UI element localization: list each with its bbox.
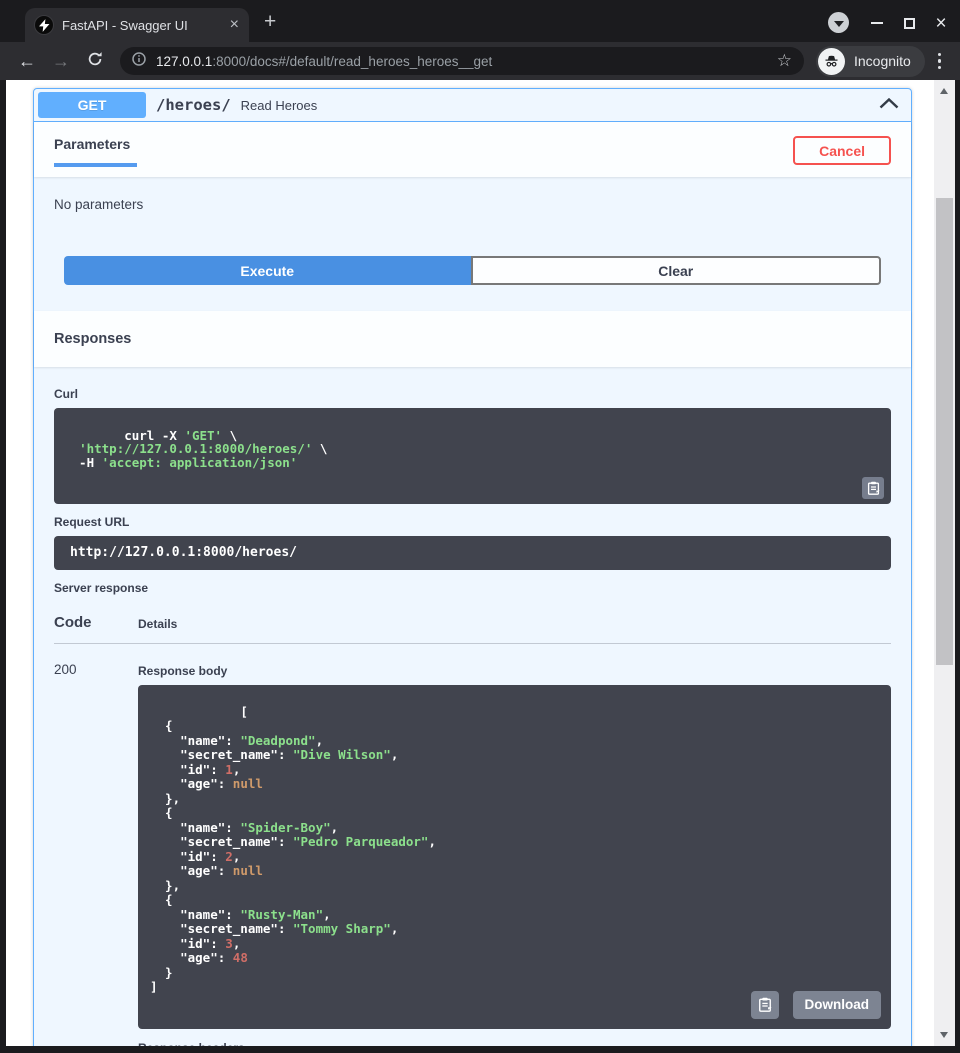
opblock-summary[interactable]: GET /heroes/ Read Heroes	[34, 89, 911, 122]
scrollbar-up-arrow-icon[interactable]	[940, 88, 948, 94]
url-text[interactable]: 127.0.0.1:8000/docs#/default/read_heroes…	[156, 54, 769, 69]
copy-to-clipboard-button[interactable]	[862, 477, 884, 499]
fastapi-favicon-icon	[35, 16, 53, 34]
endpoint-summary: Read Heroes	[241, 98, 879, 113]
new-tab-button[interactable]: +	[264, 10, 276, 34]
code-column-header: Code	[54, 614, 138, 631]
response-body-label: Response body	[138, 664, 891, 678]
curl-command-block: curl -X 'GET' \ 'http://127.0.0.1:8000/h…	[54, 408, 891, 504]
bookmark-star-icon[interactable]: ☆	[777, 51, 792, 71]
window-close-button[interactable]: ×	[930, 12, 952, 34]
url-host: 127.0.0.1	[156, 54, 212, 69]
response-details: Response body [ { "name": "Deadpond", "s…	[138, 656, 891, 1046]
parameters-section-header: Parameters Cancel	[34, 122, 911, 177]
response-body-block: [ { "name": "Deadpond", "secret_name": "…	[138, 685, 891, 1029]
scrollbar-thumb[interactable]	[936, 198, 953, 665]
forward-button[interactable]: →	[50, 51, 72, 72]
clear-button[interactable]: Clear	[471, 256, 882, 285]
browser-tab-bar: FastAPI - Swagger UI × + ×	[0, 0, 960, 42]
back-button[interactable]: ←	[16, 51, 38, 72]
cancel-button[interactable]: Cancel	[793, 136, 891, 165]
swagger-page: GET /heroes/ Read Heroes Parameters Canc…	[6, 80, 934, 1046]
responses-section-header: Responses	[34, 311, 911, 367]
window-maximize-button[interactable]	[898, 12, 920, 34]
incognito-label: Incognito	[854, 53, 911, 69]
browser-menu-button[interactable]	[938, 53, 942, 70]
request-url-label: Request URL	[54, 515, 891, 529]
response-body-actions: Download	[751, 991, 882, 1019]
curl-label: Curl	[54, 387, 891, 401]
execute-button[interactable]: Execute	[64, 256, 471, 285]
address-bar[interactable]: 127.0.0.1:8000/docs#/default/read_heroes…	[120, 47, 804, 75]
opblock-get-heroes: GET /heroes/ Read Heroes Parameters Canc…	[33, 88, 912, 1046]
tab-close-icon[interactable]: ×	[230, 17, 239, 33]
copy-response-button[interactable]	[751, 991, 779, 1019]
collapse-chevron-icon[interactable]	[879, 96, 899, 114]
url-path: :8000/docs#/default/read_heroes_heroes__…	[212, 54, 492, 69]
execute-button-group: Execute Clear	[34, 256, 911, 285]
browser-tab[interactable]: FastAPI - Swagger UI ×	[25, 8, 249, 42]
response-headers-label: Response headers	[138, 1041, 891, 1046]
no-parameters-text: No parameters	[34, 177, 911, 242]
incognito-badge: Incognito	[816, 46, 925, 77]
http-method-badge: GET	[38, 92, 146, 118]
endpoint-path: /heroes/	[156, 96, 231, 114]
download-button[interactable]: Download	[793, 991, 882, 1019]
tab-parameters[interactable]: Parameters	[54, 136, 137, 167]
status-code: 200	[54, 656, 138, 1046]
details-column-header: Details	[138, 614, 177, 631]
reload-button[interactable]	[84, 51, 106, 72]
response-row-200: 200 Response body [ { "name": "Deadpond"…	[54, 644, 891, 1046]
browser-update-chip[interactable]	[828, 12, 849, 33]
window-minimize-button[interactable]	[866, 12, 888, 34]
responses-body: Curl curl -X 'GET' \ 'http://127.0.0.1:8…	[34, 367, 911, 1046]
tab-title: FastAPI - Swagger UI	[62, 18, 224, 33]
server-response-label: Server response	[54, 581, 891, 595]
page-scrollbar[interactable]	[934, 80, 955, 1046]
request-url-block: http://127.0.0.1:8000/heroes/	[54, 536, 891, 570]
response-table-header: Code Details	[54, 614, 891, 644]
scrollbar-down-arrow-icon[interactable]	[940, 1032, 948, 1038]
incognito-icon	[818, 48, 845, 75]
caret-down-icon	[834, 21, 844, 27]
browser-toolbar: ← → 127.0.0.1:8000/docs#/default/read_he…	[0, 42, 960, 80]
site-info-icon[interactable]	[132, 52, 146, 71]
